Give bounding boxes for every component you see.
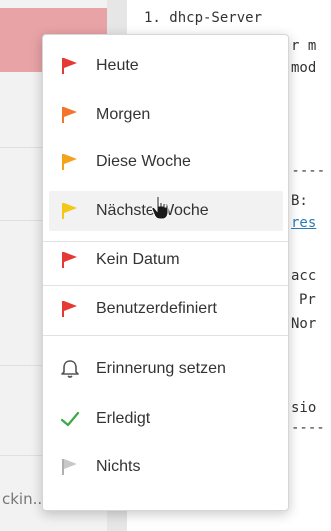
- due-date-context-menu: Heute Morgen Diese Woche Nächste Woche K…: [42, 34, 289, 511]
- flag-icon: [62, 203, 77, 219]
- menu-item-label: Diese Woche: [96, 153, 191, 170]
- menu-item-label: Erledigt: [96, 410, 151, 427]
- menu-divider: [43, 335, 288, 336]
- notes-line: sio: [291, 400, 317, 416]
- flag-icon: [62, 459, 77, 475]
- flag-icon: [62, 252, 77, 268]
- menu-item-label: Nichts: [96, 458, 141, 475]
- menu-item-label: Benutzerdefiniert: [96, 300, 217, 317]
- notes-line: r m: [291, 38, 317, 54]
- hand-cursor-icon: [151, 195, 169, 220]
- screen: pt r P bh ckin... 1. dhcp-Server r m mod…: [0, 0, 331, 531]
- menu-item-nichts[interactable]: Nichts: [49, 447, 283, 487]
- menu-item-kein-datum[interactable]: Kein Datum: [49, 240, 283, 280]
- bell-icon: [61, 360, 79, 378]
- menu-item-label: Morgen: [96, 106, 151, 123]
- menu-item-benutzerdefiniert[interactable]: Benutzerdefiniert: [49, 289, 283, 329]
- notes-line: acc: [291, 268, 317, 284]
- notes-line: ----: [291, 420, 325, 436]
- menu-item-heute[interactable]: Heute: [49, 46, 283, 86]
- notes-line: Nor: [291, 316, 317, 332]
- flag-icon: [62, 107, 77, 123]
- checkmark-icon: [60, 411, 80, 427]
- notes-line: 1. dhcp-Server: [144, 10, 263, 26]
- notes-line: B:: [291, 193, 308, 209]
- notes-line: Pr: [299, 292, 316, 308]
- flag-icon: [62, 154, 77, 170]
- menu-item-erledigt[interactable]: Erledigt: [49, 399, 283, 439]
- menu-item-erinnerung-setzen[interactable]: Erinnerung setzen: [49, 349, 283, 389]
- notes-link[interactable]: res: [291, 215, 316, 231]
- menu-item-morgen[interactable]: Morgen: [49, 95, 283, 135]
- flag-icon: [62, 301, 77, 317]
- task-row-text: ckin...: [2, 490, 47, 508]
- notes-line: -----: [283, 163, 326, 179]
- menu-item-label: Heute: [96, 57, 139, 74]
- flag-icon: [62, 58, 77, 74]
- menu-divider: [43, 285, 288, 286]
- notes-line: mod: [291, 60, 317, 76]
- menu-item-label: Erinnerung setzen: [96, 360, 226, 377]
- menu-item-label: Kein Datum: [96, 251, 180, 268]
- menu-item-diese-woche[interactable]: Diese Woche: [49, 142, 283, 182]
